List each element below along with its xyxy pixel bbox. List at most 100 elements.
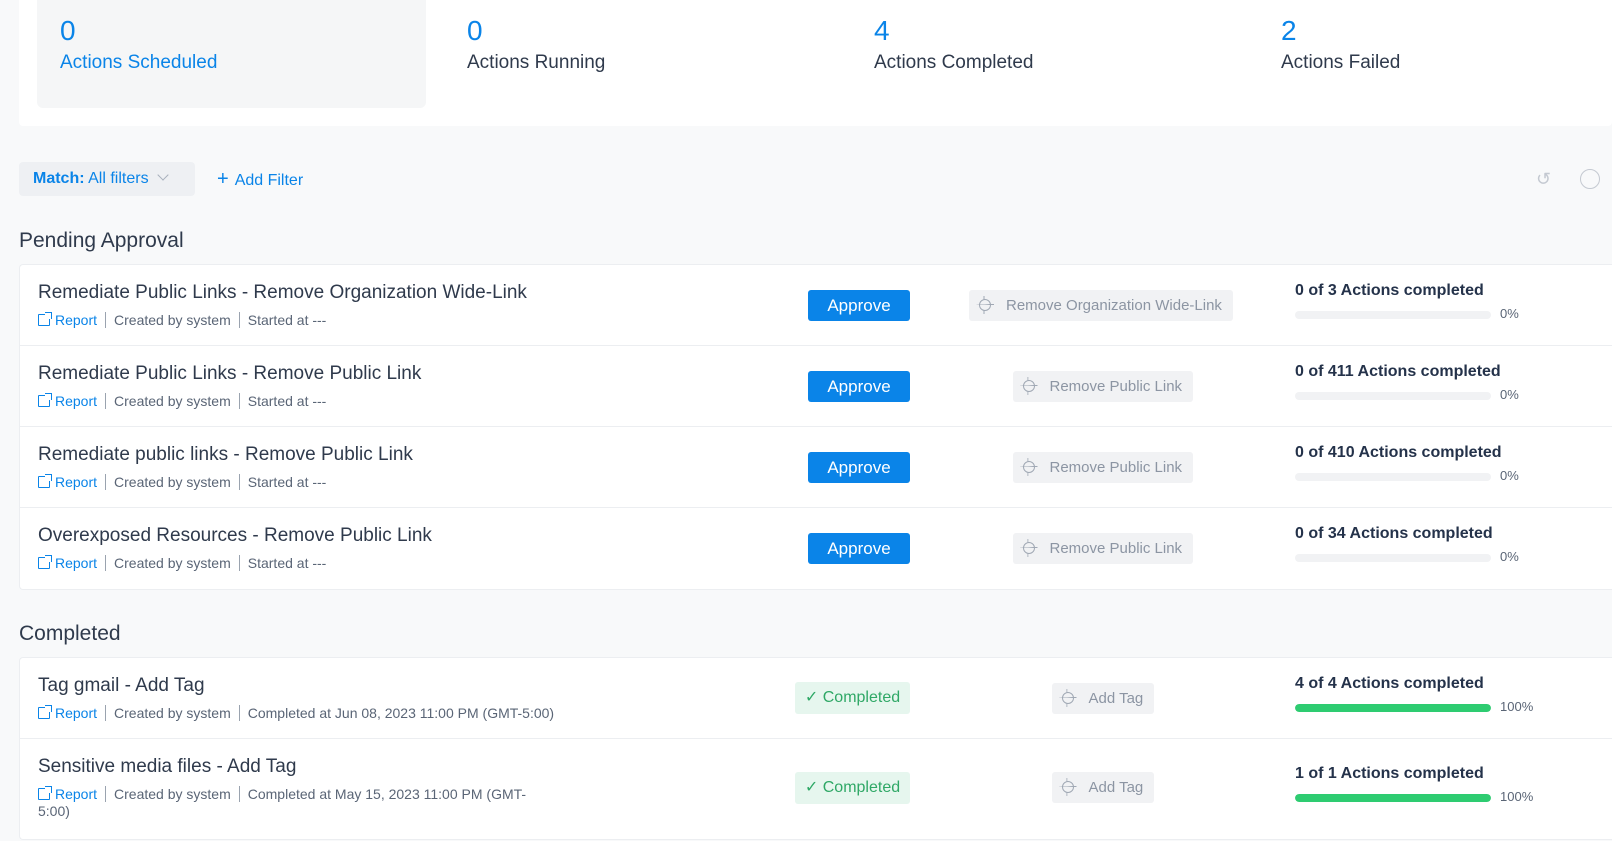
divider — [105, 786, 107, 802]
divider — [105, 393, 107, 409]
pending-row: Remediate Public Links - Remove Organiza… — [20, 265, 1612, 346]
status-badge: ✓ Completed — [795, 772, 910, 804]
external-link-icon — [38, 393, 52, 407]
timestamp: Completed at May 15, 2023 11:00 PM (GMT-… — [38, 786, 527, 819]
approve-button[interactable]: Approve — [808, 452, 910, 483]
progress-percent: 100% — [1500, 699, 1534, 714]
report-link[interactable]: Report — [38, 312, 97, 328]
external-link-icon — [38, 705, 52, 719]
match-value: All filters — [88, 170, 149, 187]
report-link[interactable]: Report — [38, 786, 97, 802]
report-label: Report — [55, 312, 98, 328]
stat-value: 2 — [1281, 15, 1297, 46]
action-label: Remove Organization Wide-Link — [1006, 297, 1222, 314]
row-title: Remediate public links - Remove Public L… — [38, 444, 413, 465]
progress-percent: 100% — [1500, 789, 1534, 804]
progress-fill — [1295, 704, 1491, 712]
divider — [238, 393, 240, 409]
row-title: Overexposed Resources - Remove Public Li… — [38, 525, 432, 546]
progress: 0 of 410 Actions completed 0% — [1295, 444, 1595, 483]
action-label: Remove Public Link — [1049, 459, 1183, 476]
stat-actions-scheduled[interactable]: 0 Actions Scheduled — [37, 0, 426, 108]
completed-list: Tag gmail - Add Tag Report Created by sys… — [19, 657, 1612, 840]
timestamp: Started at --- — [247, 312, 327, 328]
stat-label: Actions Scheduled — [60, 52, 218, 73]
add-filter-label: Add Filter — [234, 172, 304, 189]
stat-value: 0 — [467, 15, 483, 46]
chevron-down-icon — [157, 169, 169, 181]
progress-bar — [1295, 704, 1491, 712]
crosshair-icon — [1022, 380, 1035, 392]
stats-panel: 0 Actions Scheduled 0 Actions Running 4 … — [19, 0, 1612, 126]
stat-actions-failed[interactable]: 2 Actions Failed — [1258, 0, 1612, 108]
action-chip: Remove Public Link — [1012, 452, 1194, 483]
filter-bar: Match: All filters + Add Filter ↺ — [19, 162, 1612, 196]
report-label: Report — [55, 474, 98, 490]
pending-row: Remediate public links - Remove Public L… — [20, 427, 1612, 508]
timestamp: Started at --- — [247, 393, 327, 409]
divider — [238, 786, 240, 802]
progress-percent: 0% — [1500, 468, 1519, 483]
status-badge: ✓ Completed — [795, 682, 910, 714]
progress-percent: 0% — [1500, 306, 1519, 321]
row-title: Remediate Public Links - Remove Public L… — [38, 363, 422, 384]
crosshair-icon — [1061, 781, 1074, 793]
report-link[interactable]: Report — [38, 705, 97, 721]
divider — [238, 474, 240, 490]
timestamp: Started at --- — [247, 555, 327, 571]
created-by: Created by system — [114, 393, 231, 409]
progress-bar — [1295, 311, 1491, 319]
stat-actions-running[interactable]: 0 Actions Running — [444, 0, 833, 108]
pending-row: Overexposed Resources - Remove Public Li… — [20, 508, 1612, 589]
report-link[interactable]: Report — [38, 393, 97, 409]
check-icon: ✓ — [804, 689, 819, 706]
report-label: Report — [55, 555, 98, 571]
external-link-icon — [38, 474, 52, 488]
created-by: Created by system — [114, 705, 231, 721]
progress-text: 0 of 34 Actions completed — [1295, 525, 1493, 542]
progress-bar — [1295, 794, 1491, 802]
progress-text: 0 of 411 Actions completed — [1295, 363, 1501, 380]
progress-fill — [1295, 794, 1491, 802]
action-chip: Remove Public Link — [1012, 371, 1194, 402]
divider — [238, 312, 240, 328]
progress-text: 1 of 1 Actions completed — [1295, 765, 1484, 782]
row-meta: Report Created by system Started at --- — [38, 555, 558, 572]
progress: 0 of 34 Actions completed 0% — [1295, 525, 1595, 564]
report-label: Report — [55, 786, 98, 802]
row-meta: Report Created by system Started at --- — [38, 312, 558, 329]
progress: 4 of 4 Actions completed 100% — [1295, 675, 1595, 714]
external-link-icon — [38, 786, 52, 800]
action-label: Remove Public Link — [1049, 378, 1183, 395]
report-link[interactable]: Report — [38, 555, 97, 571]
divider — [105, 705, 107, 721]
row-title: Remediate Public Links - Remove Organiza… — [38, 282, 527, 303]
progress-bar — [1295, 473, 1491, 481]
refresh-icon[interactable]: ↺ — [1536, 169, 1556, 189]
add-filter-button[interactable]: + Add Filter — [217, 162, 303, 198]
crosshair-icon — [1022, 542, 1035, 554]
report-link[interactable]: Report — [38, 474, 97, 490]
status-label: Completed — [822, 689, 901, 706]
match-dropdown[interactable]: Match: All filters — [19, 162, 195, 196]
approve-button[interactable]: Approve — [808, 290, 910, 321]
stat-actions-completed[interactable]: 4 Actions Completed — [851, 0, 1240, 108]
divider — [105, 555, 107, 571]
row-meta: Report Created by system Started at --- — [38, 393, 558, 410]
row-meta: Report Created by system Started at --- — [38, 474, 558, 491]
progress-text: 0 of 3 Actions completed — [1295, 282, 1484, 299]
approve-button[interactable]: Approve — [808, 371, 910, 402]
divider — [238, 705, 240, 721]
settings-icon[interactable] — [1580, 169, 1600, 189]
row-meta: Report Created by system Completed at Jun … — [38, 705, 558, 722]
section-title-pending: Pending Approval — [19, 229, 184, 252]
stat-value: 4 — [874, 15, 890, 46]
created-by: Created by system — [114, 786, 231, 802]
pending-list: Remediate Public Links - Remove Organiza… — [19, 264, 1612, 590]
report-label: Report — [55, 393, 98, 409]
external-link-icon — [38, 312, 52, 326]
divider — [238, 555, 240, 571]
section-title-completed: Completed — [19, 622, 121, 645]
approve-button[interactable]: Approve — [808, 533, 910, 564]
progress-bar — [1295, 392, 1491, 400]
